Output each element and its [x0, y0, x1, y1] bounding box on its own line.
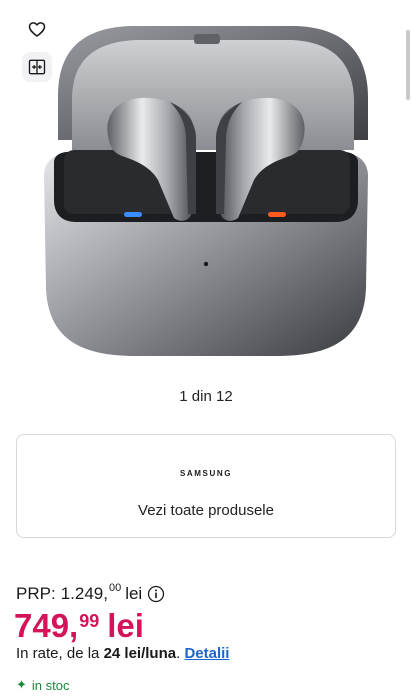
product-gallery[interactable]	[0, 0, 412, 372]
price-decimals: 99	[79, 611, 100, 631]
stock-status: ✦ in stoc	[16, 677, 69, 693]
installments-prefix: In rate, de la	[16, 645, 104, 662]
installments-details-link[interactable]: Detalii	[184, 645, 229, 662]
prp-label: PRP:	[16, 584, 56, 603]
installments-amount: 24 lei/luna	[103, 645, 177, 662]
installments-info: In rate, de la 24 lei/luna. Detalii	[16, 645, 229, 662]
compare-icon	[28, 59, 46, 75]
price-currency: lei	[107, 607, 144, 644]
info-icon[interactable]	[147, 585, 165, 603]
prp-decimals: 00	[108, 582, 122, 594]
favorite-button[interactable]	[20, 12, 54, 46]
price-integer: 749,	[14, 607, 79, 644]
heart-icon	[28, 22, 46, 37]
current-price: 749, 99 lei	[14, 607, 144, 645]
product-image[interactable]	[0, 0, 412, 372]
scrollbar[interactable]	[406, 30, 410, 100]
image-counter: 1 din 12	[179, 388, 233, 405]
view-all-products-link[interactable]: Vezi toate produsele	[17, 502, 395, 519]
prp-currency: lei	[125, 584, 143, 603]
brand-card[interactable]: SAMSUNG Vezi toate produsele	[16, 434, 396, 538]
sparkle-icon: ✦	[16, 677, 27, 692]
brand-logo: SAMSUNG	[179, 469, 233, 478]
compare-button[interactable]	[22, 52, 52, 82]
stock-label: in stoc	[31, 677, 70, 693]
prp-integer: 1.249,	[60, 584, 108, 603]
prp-price: PRP: 1.249, 00 lei	[16, 582, 165, 605]
